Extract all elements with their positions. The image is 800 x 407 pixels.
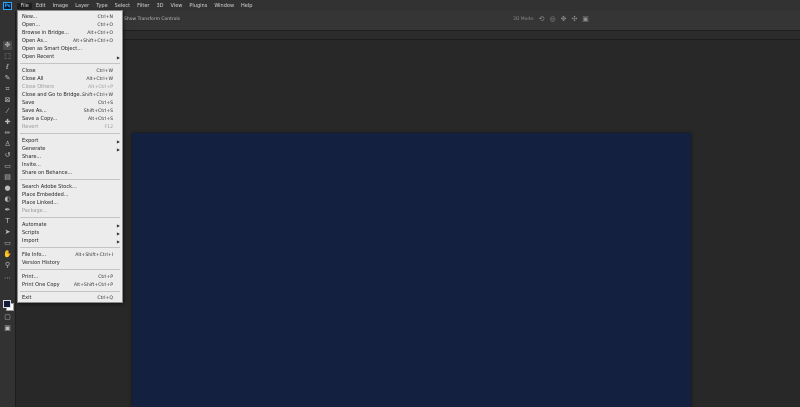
type-tool-icon[interactable]: T [3,217,12,226]
quick-select-tool-icon[interactable]: ✎ [3,74,12,83]
toolbar: ✥ ⬚ ℓ ✎ ⌗ ⊠ ⁄ ✚ ✏ ♙ ↺ ▭ ▤ ● ◐ ✒ T ➤ ▭ ✋ … [0,11,16,407]
submenu-arrow-icon: ▶ [116,146,120,152]
submenu-arrow-icon: ▶ [116,138,120,144]
menu-item-exit[interactable]: Exit Ctrl+Q [18,294,122,302]
submenu-arrow-icon: ▶ [116,222,120,228]
menu-type[interactable]: Type [93,3,111,9]
show-transform-controls-label[interactable]: Show Transform Controls [124,17,180,22]
blur-tool-icon[interactable]: ● [3,184,12,193]
menu-item-invite[interactable]: Invite... [18,161,122,169]
history-brush-tool-icon[interactable]: ↺ [3,151,12,160]
menu-help[interactable]: Help [238,3,256,9]
edit-toolbar-icon[interactable]: ⋯ [3,274,12,283]
zoom-tool-icon[interactable]: ⚲ [3,261,12,270]
eraser-tool-icon[interactable]: ▭ [3,162,12,171]
foreground-color-swatch[interactable] [3,300,11,308]
menu-item-new[interactable]: New... Ctrl+N [18,13,122,21]
gradient-tool-icon[interactable]: ▤ [3,173,12,182]
rectangle-tool-icon[interactable]: ▭ [3,239,12,248]
marquee-tool-icon[interactable]: ⬚ [3,52,12,61]
menu-layer[interactable]: Layer [72,3,93,9]
orbit-icon[interactable]: ⟲ [538,16,545,23]
crop-tool-icon[interactable]: ⌗ [3,85,12,94]
submenu-arrow-icon: ▶ [116,238,120,244]
menu-item-close-and-go-to-bridge[interactable]: Close and Go to Bridge... Shift+Ctrl+W [18,91,122,99]
screen-mode-icon[interactable]: ▣ [3,324,12,333]
menu-separator [20,247,120,248]
clone-stamp-tool-icon[interactable]: ♙ [3,140,12,149]
menu-separator [20,63,120,64]
menu-3d[interactable]: 3D [153,3,167,9]
menu-item-save-a-copy[interactable]: Save a Copy... Alt+Ctrl+S [18,115,122,123]
move-tool-icon[interactable]: ✥ [3,41,12,50]
menu-item-export[interactable]: Export ▶ [18,137,122,145]
menu-item-place-embedded[interactable]: Place Embedded... [18,191,122,199]
menu-item-open-as[interactable]: Open As... Alt+Shift+Ctrl+O [18,37,122,45]
quick-mask-icon[interactable]: ▢ [3,313,12,322]
menu-item-package: Package... [22,208,48,214]
menu-select[interactable]: Select [111,3,133,9]
menu-separator [20,291,120,292]
menu-view[interactable]: View [167,3,186,9]
menu-item-scripts[interactable]: Scripts ▶ [18,229,122,237]
menu-item-close-all[interactable]: Close All Alt+Ctrl+W [18,75,122,83]
menu-item-print-one-copy[interactable]: Print One Copy Alt+Shift+Ctrl+P [18,281,122,289]
menu-separator [20,179,120,180]
file-menu-dropdown: New... Ctrl+N Open... Ctrl+O Browse in Bri… [17,10,123,303]
dodge-tool-icon[interactable]: ◐ [3,195,12,204]
menu-item-share-on-behance[interactable]: Share on Behance... [18,169,122,177]
menu-edit[interactable]: Edit [32,3,49,9]
3d-mode-label: 3D Mode: [513,17,535,22]
photoshop-logo: Ps [3,1,12,10]
menu-plugins[interactable]: Plugins [186,3,211,9]
path-selection-tool-icon[interactable]: ➤ [3,228,12,237]
eyedropper-tool-icon[interactable]: ⁄ [3,107,12,116]
menu-separator [20,217,120,218]
menu-file[interactable]: File [17,2,33,9]
frame-tool-icon[interactable]: ⊠ [3,96,12,105]
menu-item-file-info[interactable]: File Info... Alt+Shift+Ctrl+I [18,251,122,259]
hand-tool-icon[interactable]: ✋ [3,250,12,259]
menu-item-open-as-smart-object[interactable]: Open as Smart Object... [18,45,122,53]
slide-icon[interactable]: ✣ [571,16,578,23]
menu-item-automate[interactable]: Automate ▶ [18,221,122,229]
roll-icon[interactable]: ◎ [549,16,556,23]
menu-item-search-adobe-stock[interactable]: Search Adobe Stock... [18,183,122,191]
menu-item-print[interactable]: Print... Ctrl+P [18,273,122,281]
healing-brush-tool-icon[interactable]: ✚ [3,118,12,127]
menu-item-save[interactable]: Save Ctrl+S [18,99,122,107]
menu-item-save-as[interactable]: Save As... Shift+Ctrl+S [18,107,122,115]
scale-icon[interactable]: ▣ [582,16,589,23]
menu-item-share[interactable]: Share... [18,153,122,161]
brush-tool-icon[interactable]: ✏ [3,129,12,138]
menu-separator [20,133,120,134]
menu-window[interactable]: Window [211,3,238,9]
menu-item-browse-in-bridge[interactable]: Browse in Bridge... Alt+Ctrl+O [18,29,122,37]
pan-icon[interactable]: ✥ [560,16,567,23]
menu-item-open[interactable]: Open... Ctrl+O [18,21,122,29]
menu-item-close-others: Close Others Alt+Ctrl+P [22,84,113,90]
menu-separator [20,269,120,270]
menu-item-version-history[interactable]: Version History [18,259,122,267]
pen-tool-icon[interactable]: ✒ [3,206,12,215]
submenu-arrow-icon: ▶ [116,230,120,236]
menu-image[interactable]: Image [49,3,72,9]
menu-item-generate[interactable]: Generate ▶ [18,145,122,153]
menu-item-place-linked[interactable]: Place Linked... [18,199,122,207]
document-canvas[interactable] [132,133,691,407]
menu-filter[interactable]: Filter [134,3,153,9]
menu-item-import[interactable]: Import ▶ [18,237,122,245]
3d-mode-icons: ⟲ ◎ ✥ ✣ ▣ [538,16,589,23]
menu-item-open-recent[interactable]: Open Recent ▶ [18,53,122,61]
menu-item-revert: Revert F12 [22,124,113,130]
submenu-arrow-icon: ▶ [116,54,120,60]
menu-item-close[interactable]: Close Ctrl+W [18,67,122,75]
lasso-tool-icon[interactable]: ℓ [3,63,12,72]
document-tab-strip [16,31,800,40]
